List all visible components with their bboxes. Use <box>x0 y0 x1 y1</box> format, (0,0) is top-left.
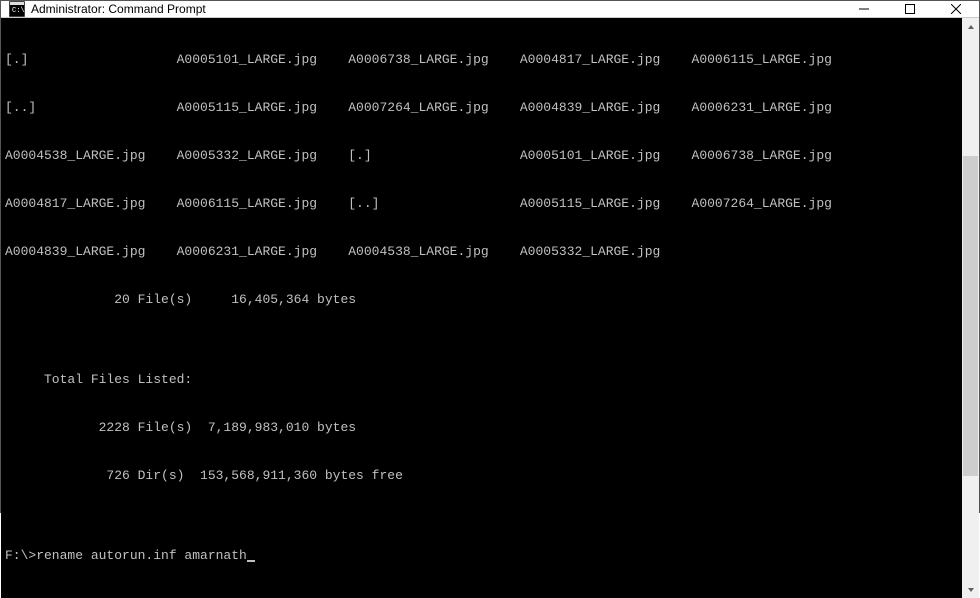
command-prompt-window: C:\ Administrator: Command Prompt [.] A0… <box>0 0 980 513</box>
output-line: 726 Dir(s) 153,568,911,360 bytes free <box>5 468 958 484</box>
output-line: A0004817_LARGE.jpg A0006115_LARGE.jpg [.… <box>5 196 958 212</box>
maximize-button[interactable] <box>887 1 933 17</box>
output-line: A0004839_LARGE.jpg A0006231_LARGE.jpg A0… <box>5 244 958 260</box>
scrollbar-up-arrow[interactable] <box>962 18 979 35</box>
output-line: 2228 File(s) 7,189,983,010 bytes <box>5 420 958 436</box>
output-line: Total Files Listed: <box>5 372 958 388</box>
vertical-scrollbar[interactable] <box>962 18 979 598</box>
output-line: [.] A0005101_LARGE.jpg A0006738_LARGE.jp… <box>5 52 958 68</box>
terminal-output[interactable]: [.] A0005101_LARGE.jpg A0006738_LARGE.jp… <box>1 18 962 598</box>
prompt-line: F:\>rename autorun.inf amarnath <box>5 548 958 564</box>
output-line: A0004538_LARGE.jpg A0005332_LARGE.jpg [.… <box>5 148 958 164</box>
titlebar[interactable]: C:\ Administrator: Command Prompt <box>1 1 979 18</box>
svg-text:C:\: C:\ <box>12 7 25 15</box>
window-controls <box>841 1 979 17</box>
close-button[interactable] <box>933 1 979 17</box>
output-line: [..] A0005115_LARGE.jpg A0007264_LARGE.j… <box>5 100 958 116</box>
scrollbar-thumb[interactable] <box>963 156 978 476</box>
scrollbar-down-arrow[interactable] <box>962 581 979 598</box>
terminal-container: [.] A0005101_LARGE.jpg A0006738_LARGE.jp… <box>1 18 979 598</box>
minimize-button[interactable] <box>841 1 887 17</box>
output-line: 20 File(s) 16,405,364 bytes <box>5 292 958 308</box>
app-icon: C:\ <box>9 1 25 17</box>
cursor <box>247 560 255 562</box>
command-input[interactable]: F:\>rename autorun.inf amarnath <box>5 548 247 563</box>
window-title: Administrator: Command Prompt <box>31 2 841 16</box>
